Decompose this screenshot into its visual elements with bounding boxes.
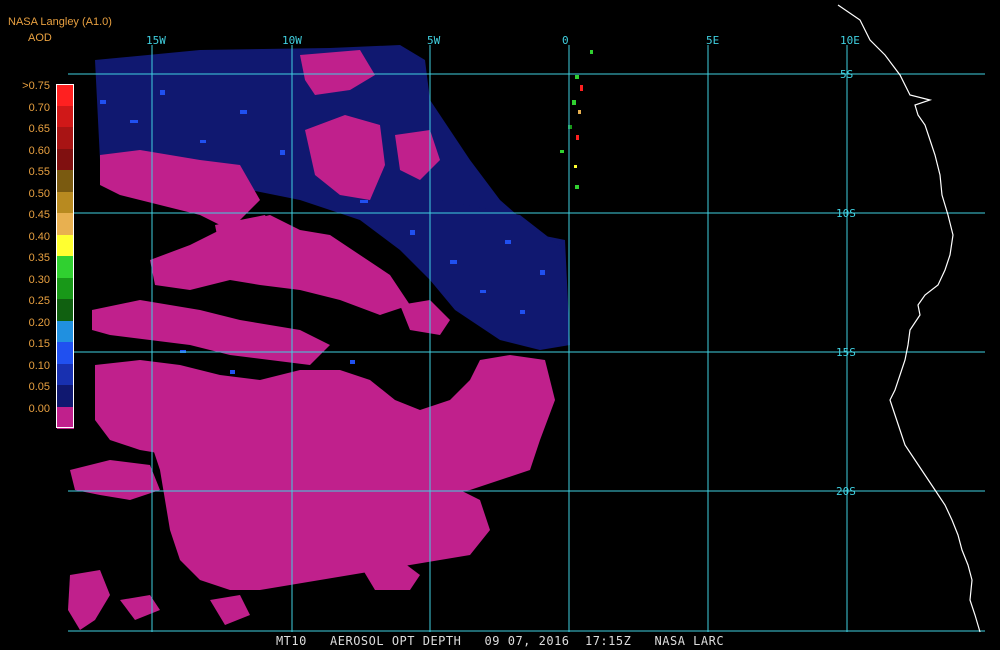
legend-entry: 0.05 <box>0 379 76 407</box>
footer-source: NASA LARC <box>654 634 725 648</box>
legend-label: 0.05 <box>28 381 50 393</box>
lon-label-10e: 10E <box>840 34 860 47</box>
legend-label: 0.60 <box>28 144 50 157</box>
legend-entry: 0.50 <box>0 186 76 214</box>
legend-label: 0.65 <box>28 123 50 135</box>
legend-label: 0.40 <box>28 230 50 243</box>
lon-label-15w: 15W <box>146 34 166 47</box>
legend-swatch <box>57 406 74 429</box>
legend-label: 0.10 <box>28 359 50 372</box>
lat-label-15s: 15S <box>836 346 856 359</box>
aod-map: 15W 10W 5W 0 5E 10E 5S 10S 15S 20S <box>0 0 1000 650</box>
legend-entry: 0.25 <box>0 293 76 321</box>
legend-label: 0.25 <box>28 295 50 307</box>
legend-entry: 0.65 <box>0 121 76 149</box>
legend-entry: 0.10 <box>0 358 76 386</box>
footer-variable: AEROSOL OPT DEPTH <box>330 634 462 648</box>
lat-label-10s: 10S <box>836 207 856 220</box>
footer-caption: MT10 AEROSOL OPT DEPTH 09 07, 2016 17:15… <box>0 634 1000 648</box>
lon-label-5e: 5E <box>706 34 719 47</box>
lat-label-5s: 5S <box>840 68 853 81</box>
legend-entry: >0.75 <box>0 78 76 106</box>
legend-label: 0.45 <box>28 209 50 221</box>
footer-sensor: MT10 <box>275 634 307 648</box>
legend-entry: 0.60 <box>0 143 76 171</box>
legend-label: >0.75 <box>22 80 50 92</box>
legend-entry: 0.35 <box>0 250 76 278</box>
legend-label: 0.50 <box>28 187 50 200</box>
lon-label-5w: 5W <box>427 34 441 47</box>
footer-date: 09 07, 2016 <box>484 634 570 648</box>
legend-label: 0.70 <box>28 101 50 114</box>
legend-entry: 0.20 <box>0 315 76 343</box>
product-variable: AOD <box>28 32 52 44</box>
legend-label: 0.15 <box>28 338 50 350</box>
legend-label: 0.20 <box>28 316 50 329</box>
legend-entry: 0.55 <box>0 164 76 192</box>
legend-entry: 0.40 <box>0 229 76 257</box>
legend-entry: 0.00 <box>0 401 76 429</box>
footer-time: 17:15Z <box>584 634 632 648</box>
legend-entry: 0.45 <box>0 207 76 235</box>
legend-label: 0.30 <box>28 273 50 286</box>
legend-label: 0.55 <box>28 166 50 178</box>
product-title: NASA Langley (A1.0) <box>8 16 112 28</box>
lon-label-10w: 10W <box>282 34 302 47</box>
legend-label: 0.35 <box>28 252 50 264</box>
lat-label-20s: 20S <box>836 485 856 498</box>
legend-entry: 0.15 <box>0 336 76 364</box>
legend-label: 0.00 <box>28 402 50 415</box>
legend-entry: 0.30 <box>0 272 76 300</box>
lon-label-0: 0 <box>562 34 569 47</box>
legend-entry: 0.70 <box>0 100 76 128</box>
